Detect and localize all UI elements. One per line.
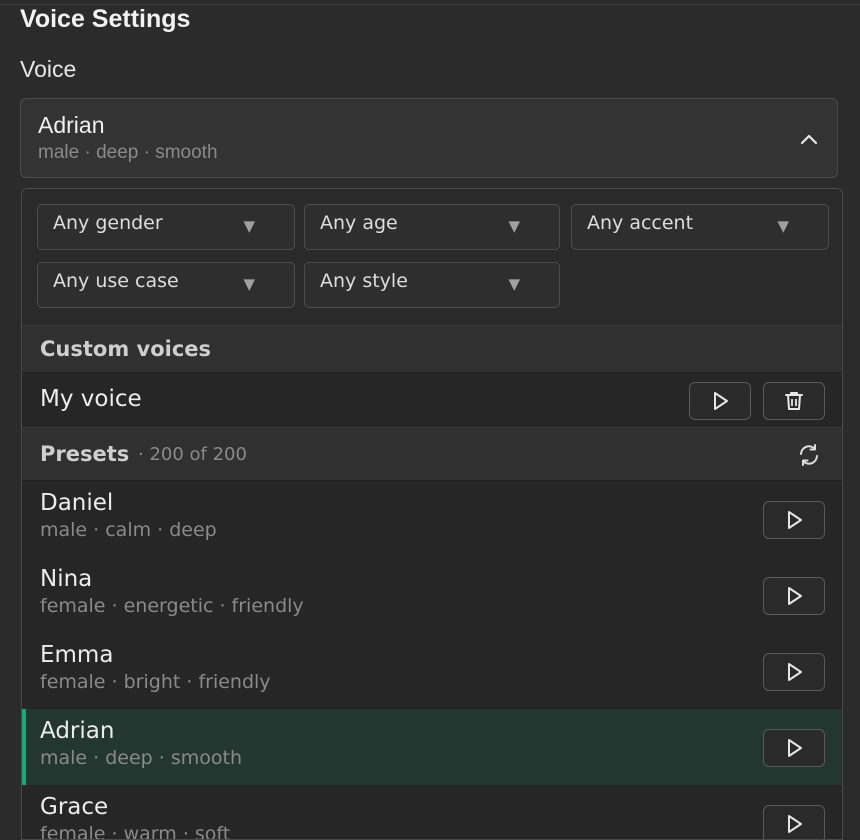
filter-bar: Any gender ▼ Any age ▼ Any accent ▼ Any …	[22, 189, 842, 325]
selected-voice-name: Adrian	[38, 112, 105, 138]
preset-name: Emma	[40, 642, 114, 668]
voice-select[interactable]: Adrian male · deep · smooth	[20, 98, 838, 178]
preset-row-grace[interactable]: Grace female · warm · soft	[22, 785, 842, 840]
refresh-icon[interactable]	[797, 443, 821, 467]
custom-voices-title: Custom voices	[40, 337, 212, 361]
accent-filter-label: Any accent	[587, 212, 694, 234]
play-icon	[788, 511, 802, 529]
triangle-down-icon: ▼	[508, 275, 520, 293]
preset-row-nina[interactable]: Nina female · energetic · friendly	[22, 557, 842, 633]
custom-voices-header: Custom voices	[22, 325, 842, 373]
preset-name: Daniel	[40, 490, 114, 516]
gender-filter-label: Any gender	[53, 212, 163, 234]
triangle-down-icon: ▼	[243, 275, 255, 293]
age-filter-label: Any age	[320, 212, 398, 234]
preset-name: Grace	[40, 794, 109, 820]
use-case-filter[interactable]: Any use case ▼	[37, 262, 295, 308]
presets-header: Presets · 200 of 200	[22, 427, 842, 481]
chevron-up-icon	[800, 134, 818, 145]
trash-icon	[785, 392, 803, 410]
custom-voice-name: My voice	[40, 386, 142, 412]
preset-name: Adrian	[40, 718, 115, 744]
play-icon	[714, 392, 728, 410]
preset-row-adrian-selected[interactable]: Adrian male · deep · smooth	[22, 709, 842, 785]
style-filter-label: Any style	[320, 270, 408, 292]
preset-row-daniel[interactable]: Daniel male · calm · deep	[22, 481, 842, 557]
preset-tags: male · deep · smooth	[40, 747, 243, 769]
voice-field-label: Voice	[20, 56, 77, 82]
triangle-down-icon: ▼	[777, 217, 789, 235]
presets-count: · 200 of 200	[138, 444, 247, 465]
gender-filter[interactable]: Any gender ▼	[37, 204, 295, 250]
use-case-filter-label: Any use case	[53, 270, 179, 292]
voice-dropdown-panel: Any gender ▼ Any age ▼ Any accent ▼ Any …	[21, 188, 843, 840]
play-icon	[788, 587, 802, 605]
preset-tags: male · calm · deep	[40, 519, 217, 541]
preset-tags: female · energetic · friendly	[40, 595, 304, 617]
preset-tags: female · warm · soft	[40, 823, 231, 840]
style-filter[interactable]: Any style ▼	[304, 262, 560, 308]
delete-button[interactable]	[763, 382, 825, 420]
page-title: Voice Settings	[20, 5, 191, 33]
play-icon	[788, 739, 802, 757]
triangle-down-icon: ▼	[243, 217, 255, 235]
triangle-down-icon: ▼	[508, 217, 520, 235]
preset-tags: female · bright · friendly	[40, 671, 271, 693]
play-button[interactable]	[689, 382, 751, 420]
play-button[interactable]	[763, 805, 825, 839]
age-filter[interactable]: Any age ▼	[304, 204, 560, 250]
selected-voice-tags: male · deep · smooth	[38, 142, 218, 163]
play-button[interactable]	[763, 501, 825, 539]
selected-indicator	[22, 709, 26, 785]
play-button[interactable]	[763, 653, 825, 691]
presets-title: Presets	[40, 442, 130, 466]
play-button[interactable]	[763, 577, 825, 615]
play-icon	[788, 815, 802, 833]
accent-filter[interactable]: Any accent ▼	[571, 204, 829, 250]
preset-row-emma[interactable]: Emma female · bright · friendly	[22, 633, 842, 709]
play-button[interactable]	[763, 729, 825, 767]
custom-voice-row[interactable]: My voice	[22, 373, 842, 427]
play-icon	[788, 663, 802, 681]
preset-name: Nina	[40, 566, 93, 592]
